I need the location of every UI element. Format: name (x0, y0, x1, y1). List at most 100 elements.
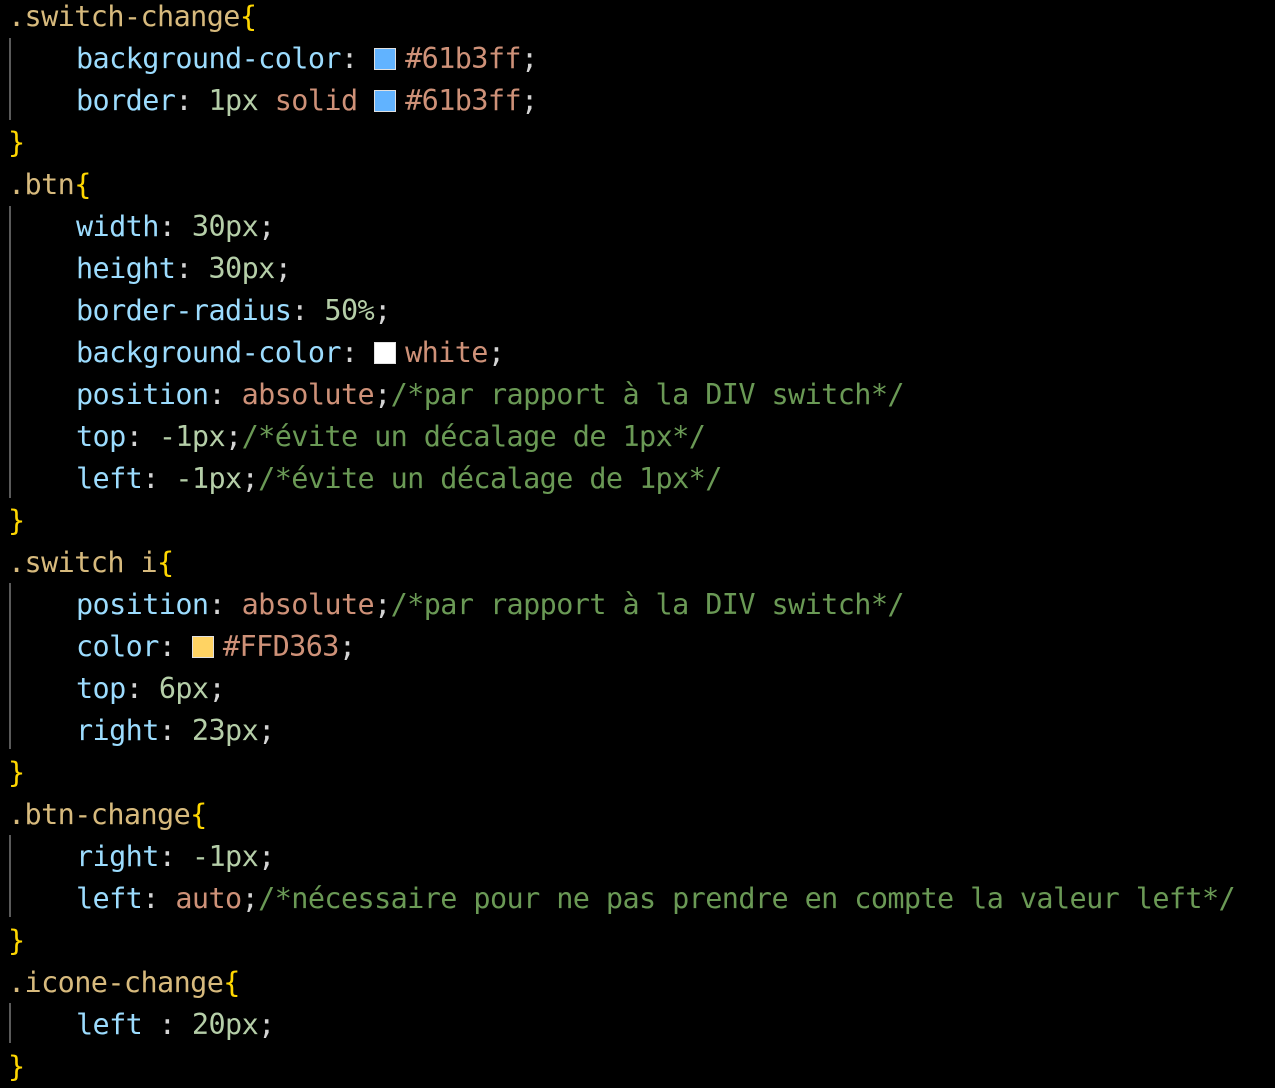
colon: : (291, 294, 325, 327)
code-line[interactable]: right: -1px; (76, 836, 275, 878)
code-line[interactable]: border: 1px solid #61b3ff; (76, 80, 538, 122)
css-value: 1px (208, 84, 259, 117)
open-brace: { (157, 546, 174, 579)
code-line[interactable]: top: 6px; (76, 668, 226, 710)
css-value: white (405, 336, 488, 369)
code-line-selector[interactable]: .btn{ (8, 164, 91, 206)
css-value: -1px (175, 462, 242, 495)
css-value: 23px (191, 714, 259, 747)
semicolon: ; (521, 84, 538, 117)
css-selector: .btn-change (8, 798, 191, 831)
code-line-selector[interactable]: .btn-change{ (8, 794, 207, 836)
colon: : (158, 714, 192, 747)
semicolon: ; (487, 336, 505, 369)
code-line-close[interactable]: } (8, 122, 25, 164)
css-value: #61b3ff (405, 42, 522, 75)
colon: : (142, 882, 176, 915)
code-line-selector[interactable]: .icone-change{ (8, 962, 240, 1004)
semicolon: ; (241, 462, 259, 495)
css-value: #61b3ff (405, 84, 522, 117)
colon: : (340, 336, 375, 369)
close-brace: } (8, 756, 25, 789)
css-property: border-radius (76, 294, 292, 327)
css-value: absolute (241, 588, 375, 621)
css-value: -1px (191, 840, 259, 873)
code-line-selector[interactable]: .switch i{ (8, 542, 174, 584)
semicolon: ; (258, 840, 275, 873)
code-line[interactable]: color: #FFD363; (76, 626, 356, 668)
css-comment: /*par rapport à la DIV switch*/ (390, 378, 905, 411)
css-value: 6px (158, 672, 209, 705)
code-line[interactable]: height: 30px; (76, 248, 292, 290)
semicolon: ; (258, 210, 275, 243)
colon: : (158, 210, 192, 243)
indent-guide (9, 1003, 11, 1043)
close-brace: } (8, 1050, 25, 1083)
code-line[interactable]: right: 23px; (76, 710, 275, 752)
colon: : (158, 840, 192, 873)
css-property: left (76, 1008, 143, 1041)
color-swatch-icon[interactable] (374, 90, 397, 112)
colon: : (208, 588, 242, 621)
code-line[interactable]: position: absolute;/*par rapport à la DI… (76, 374, 905, 416)
colon: : (340, 42, 375, 75)
css-value: 30px (208, 252, 275, 285)
semicolon: ; (208, 672, 226, 705)
close-brace: } (8, 924, 25, 957)
code-line[interactable]: top: -1px;/*évite un décalage de 1px*/ (76, 416, 706, 458)
code-line[interactable]: left : 20px; (76, 1004, 275, 1046)
css-property: color (76, 630, 159, 663)
css-property: left (76, 882, 143, 915)
open-brace: { (223, 966, 240, 999)
indent-guide (9, 206, 11, 498)
code-line-close[interactable]: } (8, 752, 25, 794)
css-property: border (76, 84, 176, 117)
code-line[interactable]: border-radius: 50%; (76, 290, 391, 332)
css-comment: /*par rapport à la DIV switch*/ (390, 588, 905, 621)
semicolon: ; (374, 378, 391, 411)
indent-guide (9, 38, 11, 120)
css-selector: .btn (8, 168, 75, 201)
code-line[interactable]: left: -1px;/*évite un décalage de 1px*/ (76, 458, 722, 500)
code-line-close[interactable]: } (8, 920, 25, 962)
css-property: left (76, 462, 143, 495)
open-brace: { (190, 798, 207, 831)
code-editor[interactable]: .switch-change{ background-color: #61b3f… (0, 0, 1275, 1083)
colon: : (142, 1008, 192, 1041)
css-value: absolute (241, 378, 375, 411)
semicolon: ; (374, 588, 391, 621)
code-line[interactable]: background-color: white; (76, 332, 505, 374)
css-value: -1px (158, 420, 226, 453)
css-property: position (76, 588, 209, 621)
css-property: height (76, 252, 176, 285)
code-line[interactable]: background-color: #61b3ff; (76, 38, 538, 80)
css-value: 50% (324, 294, 375, 327)
css-comment: /*nécessaire pour ne pas prendre en comp… (258, 882, 1236, 915)
semicolon: ; (274, 252, 292, 285)
css-property: background-color (76, 336, 342, 369)
indent-guide (9, 583, 11, 749)
code-line-close[interactable]: } (8, 1046, 25, 1088)
code-line[interactable]: width: 30px; (76, 206, 275, 248)
colon: : (125, 672, 159, 705)
code-line-selector[interactable]: .switch-change{ (8, 0, 257, 38)
css-value: auto (175, 882, 242, 915)
css-selector: .icone-change (8, 966, 224, 999)
colon: : (158, 630, 192, 663)
color-swatch-icon[interactable] (374, 48, 397, 70)
open-brace: { (239, 0, 257, 33)
css-property: width (76, 210, 159, 243)
css-selector: .switch i (8, 546, 158, 579)
color-swatch-icon[interactable] (374, 342, 397, 364)
code-line-close[interactable]: } (8, 500, 25, 542)
css-property: right (76, 714, 159, 747)
code-line[interactable]: position: absolute;/*par rapport à la DI… (76, 584, 905, 626)
semicolon: ; (241, 882, 259, 915)
color-swatch-icon[interactable] (191, 636, 214, 658)
semicolon: ; (258, 1008, 275, 1041)
code-line[interactable]: left: auto;/*nécessaire pour ne pas pren… (76, 878, 1236, 920)
close-brace: } (8, 504, 25, 537)
css-value: #FFD363 (222, 630, 340, 663)
css-value: 20px (191, 1008, 259, 1041)
css-selector: .switch-change (8, 0, 240, 33)
